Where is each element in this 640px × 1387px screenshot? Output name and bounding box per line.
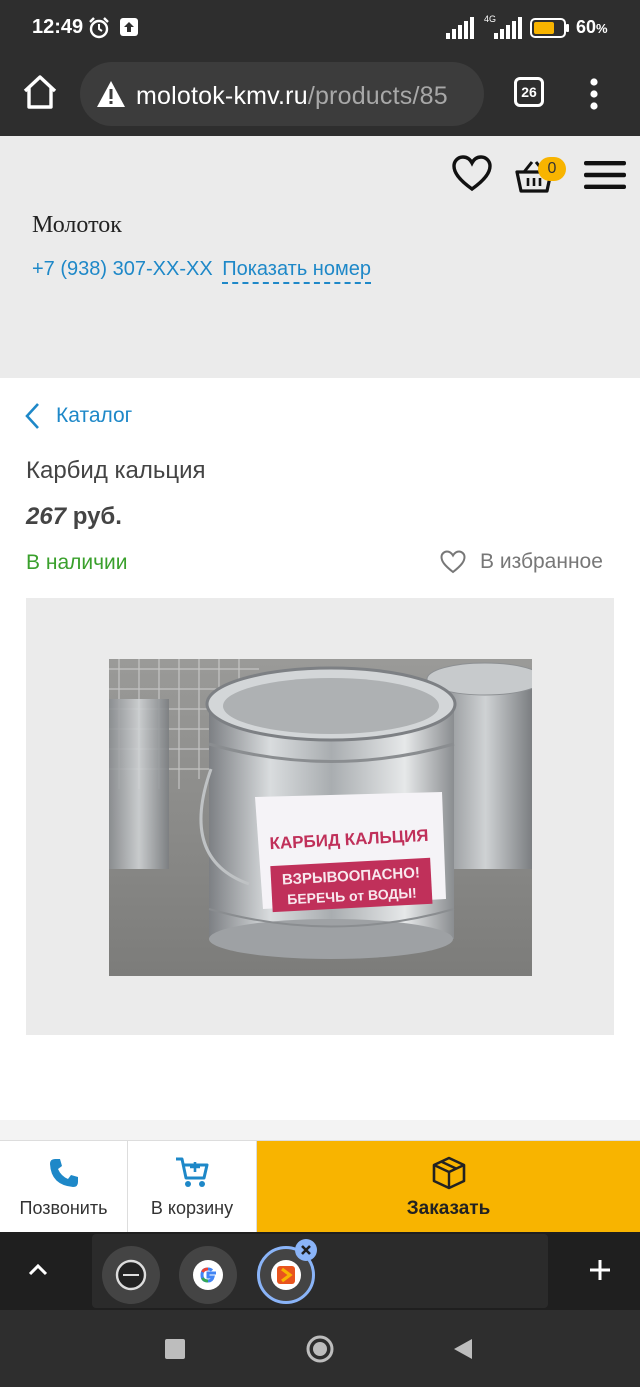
product-photo[interactable]: КАРБИД КАЛЬЦИЯ ВЗРЫВООПАСНО! БЕРЕЧЬ от В… — [109, 659, 532, 976]
order-label[interactable]: Заказать — [257, 1198, 640, 1220]
call-label[interactable]: Позвонить — [0, 1198, 127, 1219]
not-secure-warning-icon[interactable] — [96, 80, 126, 108]
home-icon[interactable] — [20, 72, 60, 112]
order-button[interactable]: Заказать — [257, 1141, 640, 1233]
product-image-frame[interactable]: КАРБИД КАЛЬЦИЯ ВЗРЫВООПАСНО! БЕРЕЧЬ от В… — [26, 598, 614, 1035]
status-time: 12:49 — [32, 16, 84, 38]
product-title: Карбид кальция — [26, 457, 206, 484]
tab-group — [92, 1234, 548, 1308]
chevron-left-icon — [25, 403, 39, 429]
section-divider — [0, 1120, 640, 1140]
favorites-label[interactable]: В избранное — [480, 550, 603, 574]
signal-4g-icon — [494, 17, 522, 39]
address-bar[interactable]: molotok-kmv.ru/products/85 — [80, 62, 484, 126]
bottom-action-bar: Позвонить В корзину Заказать — [0, 1140, 640, 1233]
system-navigation-bar — [0, 1310, 640, 1387]
breadcrumb[interactable]: Каталог — [24, 400, 132, 432]
add-to-favorites[interactable]: В избранное — [440, 550, 603, 574]
recent-apps-icon[interactable] — [164, 1338, 186, 1360]
browser-tab-strip — [0, 1232, 640, 1310]
phone-number[interactable]: +7 (938) 307-XX-XX Показать номер — [32, 258, 371, 284]
hamburger-menu-icon[interactable] — [584, 161, 626, 189]
shopping-cart-icon — [176, 1157, 209, 1187]
breadcrumb-catalog-link[interactable]: Каталог — [56, 404, 132, 428]
home-nav-icon[interactable] — [305, 1334, 335, 1364]
signal-icon — [446, 17, 474, 39]
phone-icon — [49, 1159, 78, 1187]
add-to-cart-button[interactable]: В корзину — [128, 1141, 257, 1233]
cart-count-badge: 0 — [538, 157, 566, 181]
chevron-up-icon[interactable] — [18, 1250, 58, 1290]
call-button[interactable]: Позвонить — [0, 1141, 128, 1233]
show-number-link[interactable]: Показать номер — [222, 258, 371, 284]
tab-favicon-1[interactable] — [102, 1246, 160, 1304]
upload-notification-icon — [120, 18, 138, 36]
heart-outline-icon — [440, 550, 466, 574]
close-tab-icon[interactable] — [294, 1238, 318, 1262]
url-text[interactable]: molotok-kmv.ru/products/85 — [136, 82, 448, 111]
alarm-icon — [89, 17, 109, 39]
favorites-heart-icon[interactable] — [452, 155, 492, 193]
google-icon — [193, 1260, 223, 1290]
status-bar: 12:49 4G 60% — [0, 0, 640, 56]
site-name[interactable]: Молоток — [32, 212, 122, 239]
box-package-icon — [432, 1156, 465, 1190]
battery-icon — [530, 18, 569, 38]
browser-toolbar: molotok-kmv.ru/products/85 26 — [0, 56, 640, 136]
site-favicon-icon — [115, 1259, 147, 1291]
new-tab-plus-icon[interactable] — [580, 1250, 620, 1290]
tab-switcher-button[interactable]: 26 — [514, 77, 544, 107]
product-price: 267 руб. — [26, 503, 122, 530]
battery-level: 60% — [576, 17, 608, 37]
more-menu-icon[interactable] — [586, 74, 602, 114]
availability-status: В наличии — [26, 551, 128, 574]
tab-favicon-2[interactable] — [179, 1246, 237, 1304]
back-nav-icon[interactable] — [452, 1338, 474, 1360]
add-to-cart-label[interactable]: В корзину — [128, 1198, 256, 1219]
phone-text[interactable]: +7 (938) 307-XX-XX — [32, 258, 213, 280]
